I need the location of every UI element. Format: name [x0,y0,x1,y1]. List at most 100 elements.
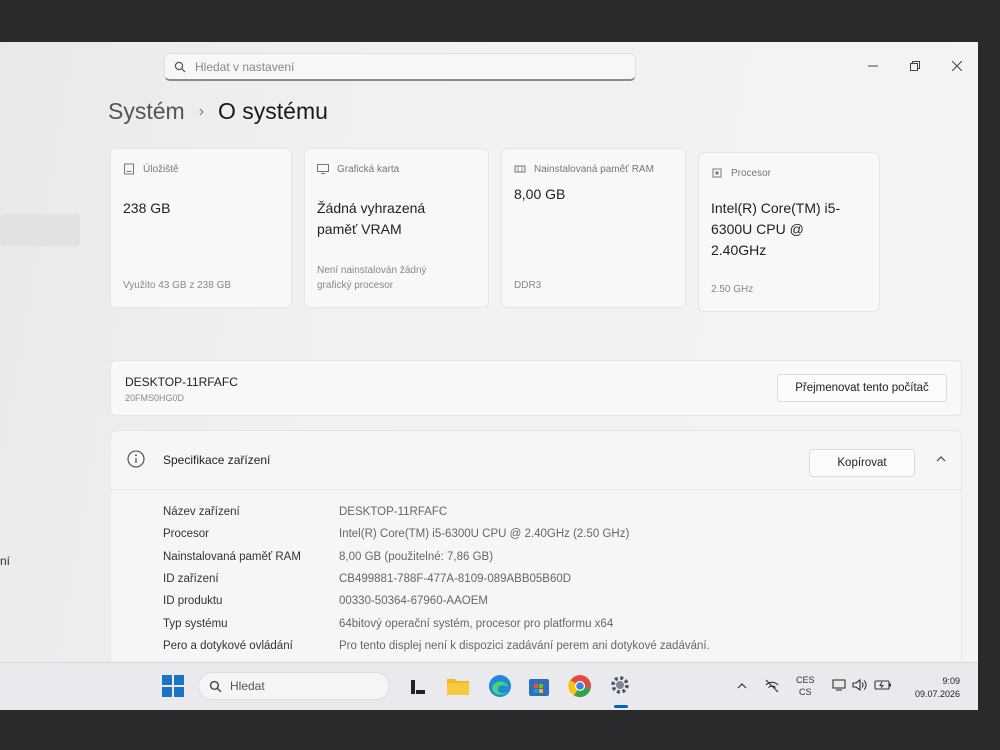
graphics-card-sub: Není nainstalován žádný grafický proceso… [317,265,427,291]
processor-card-sub: 2.50 GHz [711,284,754,295]
taskbar: Hledat CES CS 9:09 09.07.2026 [0,662,978,710]
spec-row: Procesor Intel(R) Core(TM) i5-6300U CPU … [163,523,710,545]
spec-value: Pro tento displej není k dispozici zadáv… [339,639,710,652]
battery-charging-icon [874,680,891,690]
start-button[interactable] [162,675,184,697]
gear-icon [611,676,629,694]
spec-row: ID zařízení CB499881-788F-477A-8109-089A… [163,568,710,590]
spec-row: ID produktu 00330-50364-67960-AAOEM [163,590,710,612]
storage-icon [124,163,134,175]
spec-value: DESKTOP-11RFAFC [339,506,448,519]
spec-row: Nainstalovaná paměť RAM 8,00 GB (použite… [163,546,710,568]
edge-icon [489,675,511,697]
chrome-button[interactable] [568,674,592,698]
search-icon [209,680,222,692]
spec-value: 64bitový operační systém, procesor pro p… [339,617,614,630]
spec-label: Nainstalovaná paměť RAM [163,550,301,563]
processor-card-value: Intel(R) Core(TM) i5-6300U CPU @ 2.40GHz [711,200,841,258]
memory-card-title: Nainstalovaná paměť RAM [534,164,654,175]
close-button[interactable] [936,52,978,80]
tray-overflow-button[interactable] [736,681,748,691]
storage-card-title: Úložiště [143,164,179,175]
taskbar-search-label: Hledat [230,679,265,693]
settings-app-button[interactable] [608,673,632,697]
edge-button[interactable] [488,674,512,698]
device-model: 20FMS0HG0D [125,393,185,403]
memory-card-sub: DDR3 [514,280,542,291]
display-icon [317,164,329,174]
spec-table: Název zařízení DESKTOP-11RFAFC Procesor … [163,501,710,657]
folder-icon [447,679,469,695]
clock-time: 9:09 [942,676,960,686]
network-status-button[interactable] [764,678,780,694]
graphics-card[interactable]: Grafická karta Žádná vyhrazená paměť VRA… [304,148,489,308]
device-name: DESKTOP-11RFAFC [125,375,238,389]
minimize-icon [868,65,878,67]
info-icon [127,450,145,468]
memory-card-value: 8,00 GB [514,186,566,202]
keyboard-layout-code: CS [799,686,812,697]
copy-button[interactable]: Kopírovat [809,449,915,477]
task-view-icon [411,680,425,694]
windows-logo-icon [162,675,184,697]
storage-card[interactable]: Úložiště 238 GB Využito 43 GB z 238 GB [110,148,292,308]
cpu-icon [712,168,722,178]
system-clock[interactable]: 9:09 09.07.2026 [915,675,960,701]
display-icon [832,679,846,691]
restore-icon [910,61,920,71]
file-explorer-button[interactable] [446,675,470,697]
network-off-icon [765,679,779,693]
store-icon [529,679,549,696]
spec-value: CB499881-788F-477A-8109-089ABB05B60D [339,573,572,586]
spec-label: Typ systému [163,617,228,630]
spec-value: 00330-50364-67960-AAOEM [339,595,488,608]
search-icon [165,61,195,73]
memory-icon [514,165,526,173]
storage-card-sub: Využito 43 GB z 238 GB [123,280,232,291]
active-app-indicator [614,705,628,708]
page-title: O systému [218,98,328,124]
spec-label: ID zařízení [163,573,219,586]
chevron-up-icon [737,683,747,689]
restore-button[interactable] [894,52,936,80]
spec-label: Procesor [163,528,210,541]
minimize-button[interactable] [852,52,894,80]
spec-label: Název zařízení [163,506,240,519]
settings-window: ní Systém › O systému Úložiště 238 GB Vy… [0,42,978,710]
clock-date: 09.07.2026 [914,689,960,700]
sidebar-partial-label[interactable]: ní [0,554,10,568]
window-controls [852,52,978,80]
spec-row: Název zařízení DESKTOP-11RFAFC [163,501,710,523]
tray-icons[interactable] [832,678,892,692]
language-code: CES [796,675,815,685]
spec-header[interactable]: Specifikace zařízení Kopírovat [111,431,961,490]
store-button[interactable] [528,675,550,697]
chevron-up-icon[interactable] [935,453,947,465]
processor-card-title: Procesor [731,168,772,179]
rename-pc-button[interactable]: Přejmenovat tento počítač [777,374,947,402]
spec-title: Specifikace zařízení [163,453,271,467]
breadcrumb-parent-link[interactable]: Systém [108,98,185,125]
spec-label: ID produktu [163,595,223,608]
chrome-icon [568,675,591,698]
graphics-card-value: Žádná vyhrazená paměť VRAM [317,200,426,237]
input-language-indicator[interactable]: CES CS [796,675,815,698]
settings-search-box[interactable] [164,53,636,81]
spec-label: Pero a dotykové ovládání [163,639,293,652]
task-view-button[interactable] [408,677,428,697]
sidebar-selected-item[interactable] [0,214,80,246]
spec-value: Intel(R) Core(TM) i5-6300U CPU @ 2.40GHz… [339,528,630,541]
breadcrumb-chevron-icon: › [198,102,205,120]
spec-value: 8,00 GB (použitelné: 7,86 GB) [339,550,494,563]
taskbar-search[interactable]: Hledat [198,672,390,700]
settings-search-input[interactable] [195,59,595,74]
graphics-card-title: Grafická karta [337,164,400,175]
memory-card[interactable]: Nainstalovaná paměť RAM 8,00 GB DDR3 [501,148,686,308]
spec-row: Typ systému 64bitový operační systém, pr… [163,612,710,634]
device-name-panel: DESKTOP-11RFAFC 20FMS0HG0D Přejmenovat t… [110,360,962,416]
breadcrumb: Systém › O systému [108,98,328,125]
processor-card[interactable]: Procesor Intel(R) Core(TM) i5-6300U CPU … [698,152,880,312]
spec-row: Pero a dotykové ovládání Pro tento displ… [163,635,710,657]
close-icon [952,61,962,71]
speaker-icon [852,678,867,692]
